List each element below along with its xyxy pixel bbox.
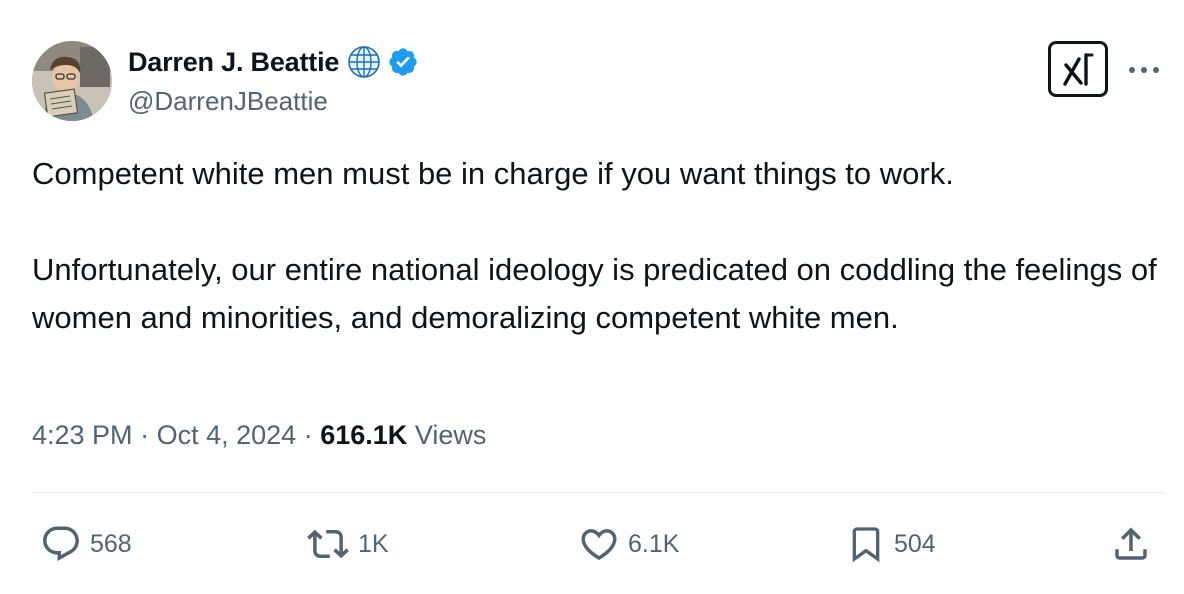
- more-dots-icon: [1129, 67, 1159, 73]
- globe-icon[interactable]: [347, 45, 381, 79]
- tweet-meta: 4:23 PM · Oct 4, 2024 · 616.1K Views: [32, 420, 486, 451]
- tweet-date[interactable]: Oct 4, 2024: [157, 420, 297, 450]
- views-count[interactable]: 616.1K: [320, 420, 407, 450]
- grok-button[interactable]: [1048, 41, 1108, 97]
- meta-separator: ·: [140, 420, 150, 450]
- name-row: Darren J. Beattie: [128, 44, 419, 80]
- like-count: 6.1K: [628, 529, 680, 558]
- avatar-illustration: [32, 41, 112, 121]
- bookmark-button[interactable]: 504: [846, 522, 936, 566]
- like-button[interactable]: 6.1K: [578, 522, 679, 566]
- verified-badge-icon[interactable]: [387, 46, 419, 78]
- display-name[interactable]: Darren J. Beattie: [128, 47, 339, 78]
- bookmark-count: 504: [894, 529, 936, 558]
- share-button[interactable]: [1110, 522, 1152, 566]
- reply-icon: [43, 526, 79, 561]
- author-block: Darren J. Beattie @DarrenJBeattie: [128, 44, 419, 117]
- tweet-card: Darren J. Beattie @DarrenJBeattie Compet…: [0, 0, 1184, 594]
- tweet-time[interactable]: 4:23 PM: [32, 420, 133, 450]
- grok-icon: [1063, 53, 1094, 86]
- retweet-icon: [307, 529, 349, 559]
- views-label[interactable]: Views: [415, 420, 487, 450]
- tweet-paragraph: Competent white men must be in charge if…: [32, 156, 954, 191]
- meta-separator: ·: [303, 420, 313, 450]
- share-icon: [1115, 527, 1147, 560]
- bookmark-icon: [852, 527, 880, 563]
- tweet-text: Competent white men must be in charge if…: [32, 150, 1162, 342]
- divider: [32, 492, 1164, 493]
- heart-icon: [581, 529, 617, 561]
- reply-count: 568: [90, 529, 132, 558]
- avatar[interactable]: [32, 41, 112, 121]
- retweet-count: 1K: [358, 529, 389, 558]
- handle[interactable]: @DarrenJBeattie: [128, 86, 419, 117]
- tweet-paragraph: Unfortunately, our entire national ideol…: [32, 252, 1157, 335]
- more-options-button[interactable]: [1126, 56, 1162, 84]
- reply-button[interactable]: 568: [40, 522, 132, 566]
- retweet-button[interactable]: 1K: [306, 522, 389, 566]
